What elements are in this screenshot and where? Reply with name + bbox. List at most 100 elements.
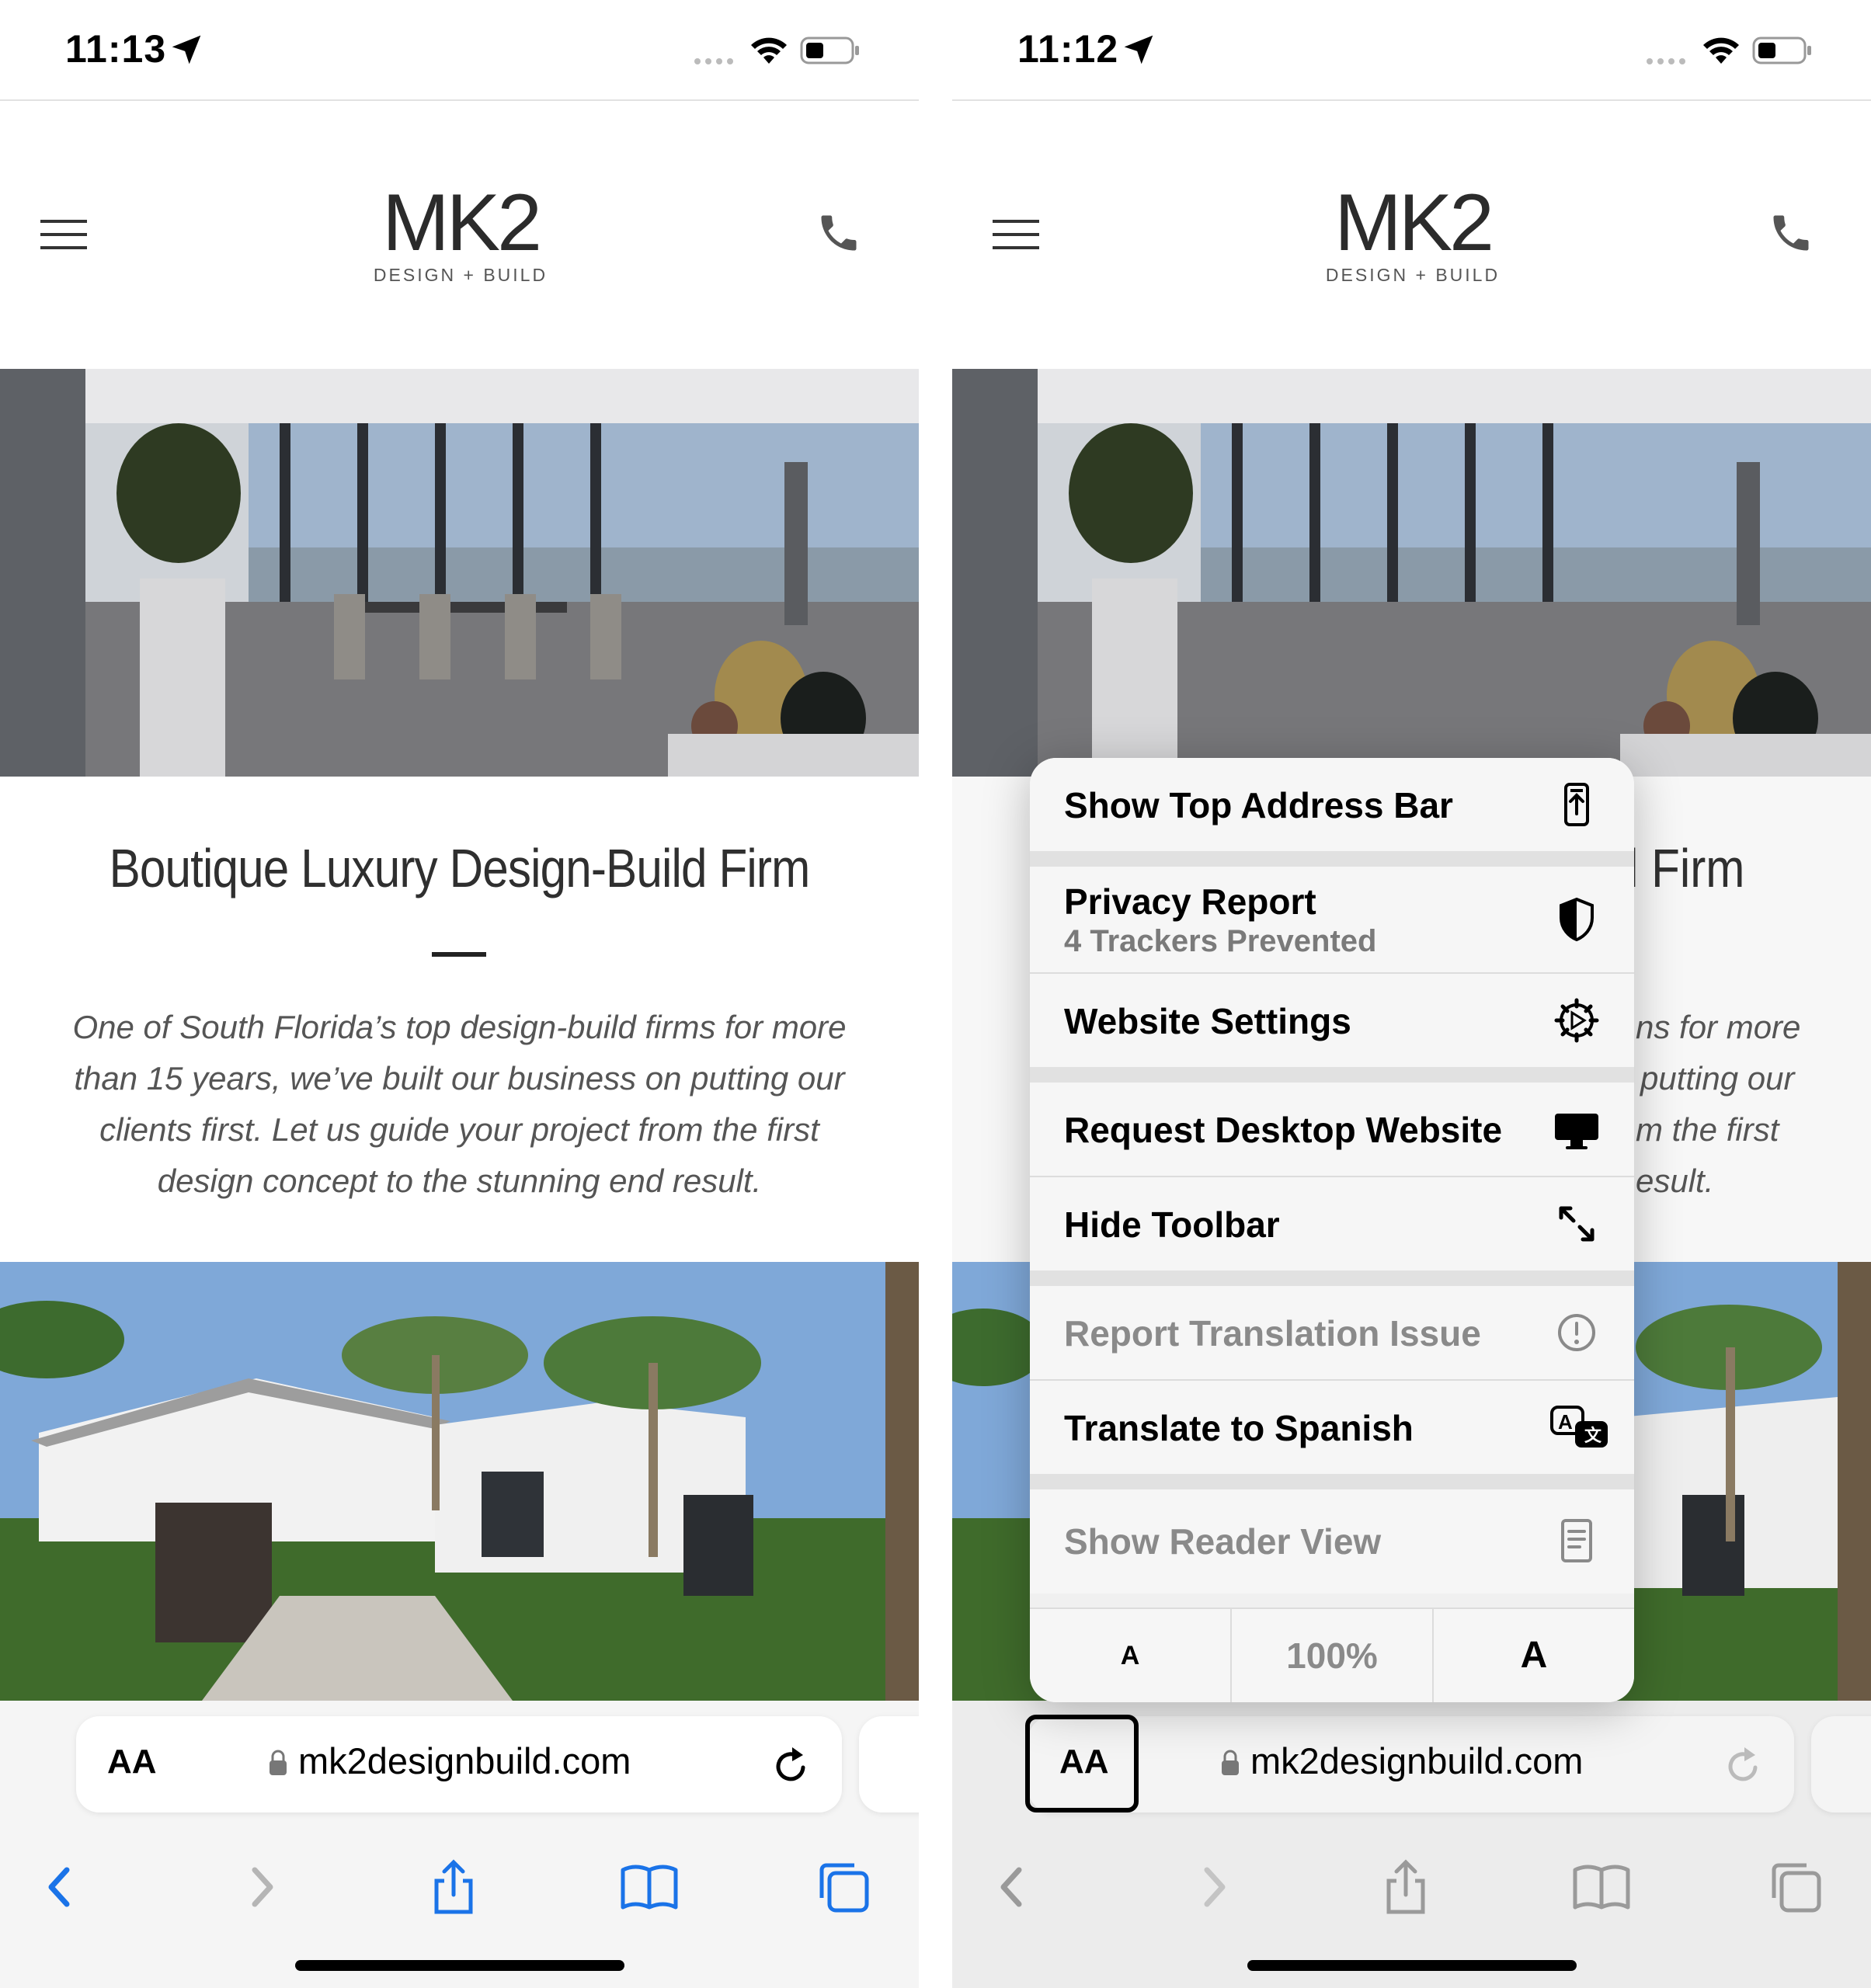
home-indicator <box>1247 1960 1577 1971</box>
reader-view-icon <box>1561 1519 1592 1562</box>
menu-item-report-translation-issue: Report Translation Issue <box>1030 1286 1634 1379</box>
intro-fragment-1: ns for more <box>1636 1009 1801 1045</box>
hero-image-interior <box>0 369 919 777</box>
site-header: MK2 DESIGN + BUILD <box>0 101 919 369</box>
status-time: 11:13 <box>65 27 167 71</box>
gear-icon <box>1554 998 1599 1043</box>
menu-section-gap <box>1030 851 1634 867</box>
hero-image-interior <box>952 369 1871 777</box>
site-logo[interactable]: MK2 DESIGN + BUILD <box>371 182 550 299</box>
top-address-bar-icon <box>1564 783 1589 826</box>
bookmarks-icon[interactable] <box>1570 1856 1633 1918</box>
menu-section-gap <box>1030 1474 1634 1489</box>
hamburger-menu-icon[interactable] <box>991 217 1041 252</box>
phone-icon[interactable] <box>816 210 862 256</box>
increase-text-size-button[interactable]: A <box>1434 1609 1634 1702</box>
phone-icon[interactable] <box>1768 210 1814 256</box>
status-bar: 11:12 <box>952 0 1871 99</box>
expand-arrows-icon <box>1559 1206 1595 1242</box>
battery-icon <box>800 36 859 64</box>
exclamation-circle-icon <box>1558 1314 1595 1351</box>
page-menu: Show Top Address Bar Privacy Report 4 Tr… <box>1030 758 1634 1702</box>
location-arrow-icon <box>172 35 201 64</box>
reload-icon[interactable] <box>1724 1744 1763 1786</box>
reload-icon[interactable] <box>772 1744 811 1786</box>
forward-arrow-icon[interactable] <box>1182 1856 1244 1918</box>
privacy-shield-icon <box>1560 897 1594 942</box>
menu-item-website-settings[interactable]: Website Settings <box>1030 974 1634 1067</box>
page-headline: Boutique Luxury Design-Build Firm <box>109 838 811 898</box>
intro-fragment-4: esult. <box>1636 1163 1714 1199</box>
logo-tagline: DESIGN + BUILD <box>373 265 548 285</box>
menu-item-show-top-address-bar[interactable]: Show Top Address Bar <box>1030 758 1634 851</box>
site-header: MK2 DESIGN + BUILD <box>952 101 1871 369</box>
lock-icon <box>270 1750 287 1775</box>
intro-fragment-3: m the first <box>1636 1111 1779 1148</box>
intro-section: Boutique Luxury Design-Build Firm One of… <box>0 777 919 1262</box>
next-tab-address-bar[interactable] <box>859 1716 919 1812</box>
share-icon[interactable] <box>1375 1856 1437 1918</box>
share-icon[interactable] <box>423 1856 485 1918</box>
address-bar[interactable]: AA mk2designbuild.com <box>76 1716 842 1812</box>
headline-divider <box>432 952 486 957</box>
url-text[interactable]: mk2designbuild.com <box>298 1740 631 1782</box>
menu-item-request-desktop-website[interactable]: Request Desktop Website <box>1030 1083 1634 1176</box>
menu-item-label: Website Settings <box>1064 1001 1351 1041</box>
logo-tagline: DESIGN + BUILD <box>1325 265 1501 285</box>
home-indicator <box>295 1960 624 1971</box>
hamburger-menu-icon[interactable] <box>39 217 89 252</box>
intro-paragraph: One of South Florida’s top design-build … <box>72 1009 847 1199</box>
menu-item-label: Report Translation Issue <box>1064 1313 1481 1354</box>
site-logo[interactable]: MK2 DESIGN + BUILD <box>1323 182 1502 299</box>
menu-item-label: Privacy Report <box>1064 881 1316 922</box>
menu-item-label: Show Reader View <box>1064 1521 1382 1562</box>
decrease-text-size-button[interactable]: A <box>1030 1609 1230 1702</box>
menu-item-label: Translate to Spanish <box>1064 1408 1414 1448</box>
text-zoom-controls: A 100% A <box>1030 1609 1634 1702</box>
menu-section-gap <box>1030 1270 1634 1286</box>
zoom-level[interactable]: 100% <box>1232 1609 1432 1702</box>
logo-wordmark: MK2 <box>1334 178 1494 268</box>
menu-item-privacy-report[interactable]: Privacy Report 4 Trackers Prevented <box>1030 867 1634 972</box>
svg-text:A: A <box>1558 1410 1573 1434</box>
desktop-icon <box>1555 1114 1598 1149</box>
menu-item-label: Hide Toolbar <box>1064 1204 1280 1245</box>
menu-item-hide-toolbar[interactable]: Hide Toolbar <box>1030 1177 1634 1270</box>
location-arrow-icon <box>1124 35 1153 64</box>
aa-button-highlight <box>1025 1715 1139 1812</box>
wifi-icon <box>751 37 787 64</box>
menu-item-sublabel: 4 Trackers Prevented <box>1064 924 1377 958</box>
menu-item-label: Show Top Address Bar <box>1064 785 1453 825</box>
address-bar[interactable]: AA mk2designbuild.com <box>1028 1716 1794 1812</box>
translate-icon: A文 <box>1550 1406 1608 1448</box>
phone-screen-right: 11:12 MK2 DESIGN + BUILD l Firm ns for m… <box>952 0 1871 1988</box>
phone-screen-left: 11:13 MK2 DESIGN + BUILD Boutique Luxury… <box>0 0 919 1988</box>
svg-text:文: 文 <box>1584 1426 1602 1445</box>
back-arrow-icon[interactable] <box>30 1856 92 1918</box>
safari-toolbar <box>0 1840 919 1934</box>
tabs-icon[interactable] <box>812 1856 875 1918</box>
tabs-icon[interactable] <box>1765 1856 1827 1918</box>
battery-icon <box>1752 36 1811 64</box>
cellular-signal-icon <box>1647 58 1685 64</box>
forward-arrow-icon[interactable] <box>230 1856 292 1918</box>
status-bar: 11:13 <box>0 0 919 99</box>
menu-item-show-reader-view: Show Reader View <box>1030 1489 1634 1594</box>
bookmarks-icon[interactable] <box>618 1856 680 1918</box>
page-settings-button[interactable]: AA <box>107 1743 157 1781</box>
cellular-signal-icon <box>694 58 733 64</box>
wifi-icon <box>1703 37 1739 64</box>
intro-fragment-2: putting our <box>1640 1060 1795 1097</box>
menu-item-translate-to-spanish[interactable]: Translate to Spanish A文 <box>1030 1381 1634 1474</box>
safari-bottom-bar: AA mk2designbuild.com <box>0 1701 919 1988</box>
status-time: 11:12 <box>1017 27 1119 71</box>
url-text[interactable]: mk2designbuild.com <box>1250 1740 1583 1782</box>
logo-wordmark: MK2 <box>382 178 542 268</box>
back-arrow-icon[interactable] <box>982 1856 1044 1918</box>
next-tab-address-bar[interactable] <box>1811 1716 1871 1812</box>
headline-fragment: l Firm <box>1628 838 1745 898</box>
menu-section-gap <box>1030 1067 1634 1083</box>
safari-toolbar <box>952 1840 1871 1934</box>
lock-icon <box>1222 1750 1239 1775</box>
menu-item-label: Request Desktop Website <box>1064 1110 1503 1150</box>
